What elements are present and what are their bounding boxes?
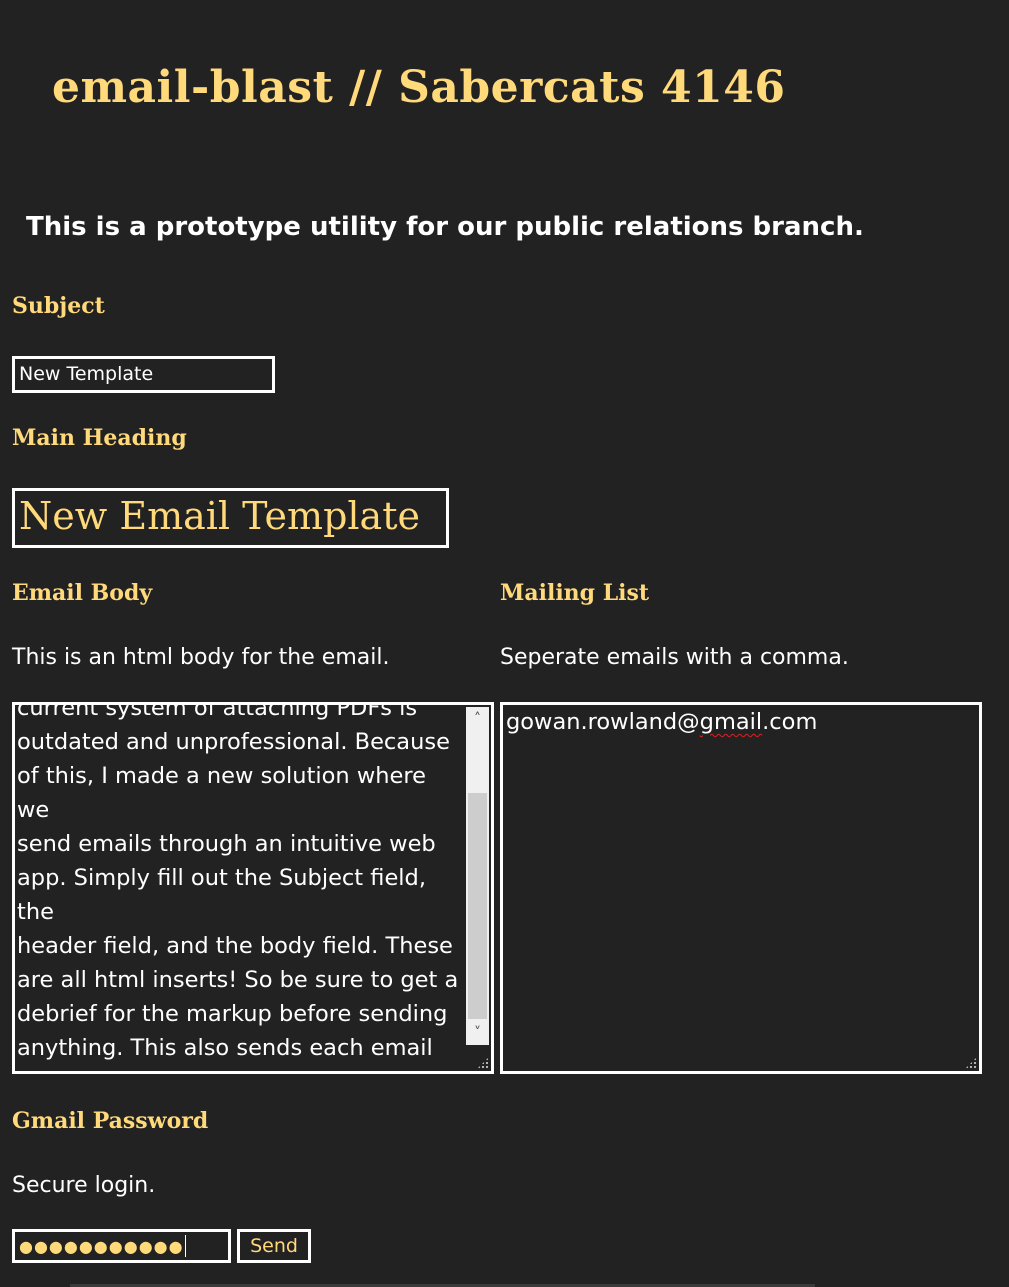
email-body-text: current system of attaching PDFs is outd… — [17, 702, 459, 1071]
email-body-textarea[interactable]: current system of attaching PDFs is outd… — [12, 702, 494, 1074]
main-heading-input[interactable]: New Email Template — [12, 488, 449, 548]
send-button[interactable]: Send — [237, 1229, 311, 1263]
main-heading-label: Main Heading — [12, 425, 187, 451]
email-blast-page: email-blast // Sabercats 4146 This is a … — [0, 0, 1009, 1287]
subject-input[interactable]: New Template — [12, 356, 275, 393]
mailing-list-label: Mailing List — [500, 580, 650, 606]
mailing-list-value-suffix: .com — [762, 709, 818, 735]
gmail-password-input[interactable]: ●●●●●●●●●●● — [12, 1229, 231, 1263]
email-body-help: This is an html body for the email. — [12, 645, 390, 670]
mailing-list-help: Seperate emails with a comma. — [500, 645, 849, 670]
email-body-label: Email Body — [12, 580, 153, 606]
resize-grip-icon[interactable] — [477, 1057, 489, 1069]
subject-label: Subject — [12, 293, 105, 319]
mailing-list-value-prefix: gowan.rowland@ — [506, 709, 700, 735]
scroll-thumb[interactable] — [468, 793, 487, 1019]
email-body-scrollbar[interactable]: ˄ ˅ — [466, 707, 489, 1045]
password-mask: ●●●●●●●●●●● — [19, 1236, 184, 1256]
mailing-list-textarea[interactable]: gowan.rowland@gmail.com — [500, 702, 982, 1074]
chevron-up-icon[interactable]: ˄ — [466, 707, 489, 731]
text-caret — [184, 1235, 187, 1257]
gmail-password-label: Gmail Password — [12, 1108, 209, 1134]
gmail-password-help: Secure login. — [12, 1173, 156, 1198]
spellcheck-flagged-word: gmail — [699, 709, 763, 735]
chevron-down-icon[interactable]: ˅ — [466, 1021, 489, 1045]
resize-grip-icon[interactable] — [965, 1057, 977, 1069]
app-title: email-blast // Sabercats 4146 — [52, 62, 786, 113]
intro-text: This is a prototype utility for our publ… — [26, 212, 864, 242]
